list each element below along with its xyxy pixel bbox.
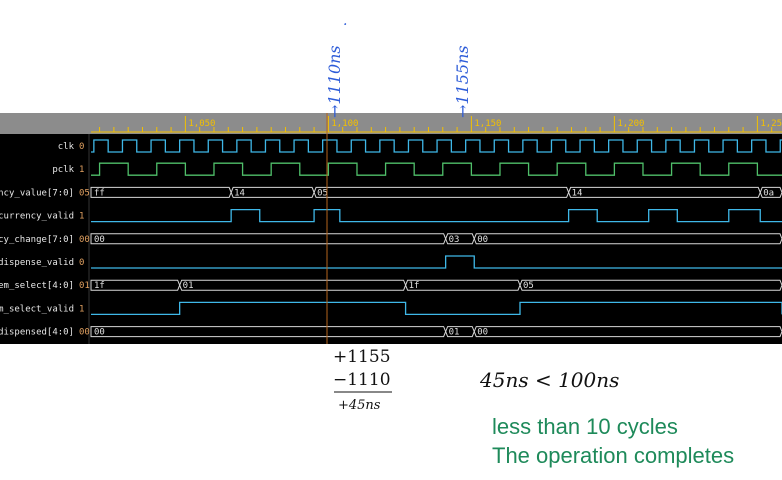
ruler-band	[0, 113, 782, 134]
signal-name: currency_value[7:0]	[0, 188, 74, 198]
bus-segment-value: ff	[94, 188, 105, 198]
signal-value: 0	[79, 258, 84, 268]
bus-segment-value: 0a	[763, 188, 774, 198]
annotation-marker-1155: →1155ns	[453, 45, 472, 118]
signal-name: currency_change[7:0]	[0, 235, 74, 245]
signal-name: currency_valid	[0, 212, 74, 222]
bus-segment-value: 01	[449, 328, 460, 338]
note-cycles: less than 10 cycles	[492, 414, 678, 439]
note-completes: The operation completes	[492, 443, 734, 468]
signal-name: item_select_valid	[0, 304, 74, 314]
signal-name: pclk	[52, 165, 74, 175]
bus-segment-value: 00	[477, 235, 488, 245]
waveform-canvas	[0, 134, 782, 344]
signal-value: 05	[79, 188, 90, 198]
signal-name: dispense_valid	[0, 258, 74, 268]
bus-segment-value: 05	[317, 188, 328, 198]
annotation-marker-1155-label: 1155ns	[453, 45, 472, 104]
bus-segment-value: 00	[94, 235, 105, 245]
bus-segment-value: 03	[449, 235, 460, 245]
signal-value: 01	[79, 281, 90, 291]
bus-segment-value: 1f	[94, 281, 105, 291]
bus-segment-value: 14	[234, 188, 245, 198]
math-line-1: +1155	[333, 347, 391, 367]
ruler-label: 1,100	[331, 119, 358, 129]
signal-name: clk	[58, 142, 75, 152]
bus-segment-value: 05	[523, 281, 534, 291]
ruler-label: 1,200	[617, 119, 644, 129]
math-line-2: −1110	[333, 370, 391, 390]
annotation-marker-1110: →1110ns	[325, 45, 344, 118]
bus-segment-value: 1f	[409, 281, 420, 291]
ruler-label: 1,250	[760, 119, 782, 129]
math-inequality: 45ns < 100ns	[479, 368, 619, 392]
math-result: +45ns	[338, 398, 381, 413]
bus-segment-value: 01	[183, 281, 194, 291]
signal-value: 00	[79, 328, 90, 338]
signal-value: 1	[79, 212, 84, 222]
signal-value: 1	[79, 304, 84, 314]
signal-value: 0	[79, 142, 84, 152]
ruler-label: 1,150	[474, 119, 501, 129]
annotation-dot: .	[343, 13, 347, 29]
signal-name: item_select[4:0]	[0, 281, 74, 291]
ruler-label: 1,050	[188, 119, 215, 129]
signal-value: 1	[79, 165, 84, 175]
bus-segment-value: 14	[572, 188, 583, 198]
signal-name: item_dispensed[4:0]	[0, 328, 74, 338]
annotation-marker-1110-label: 1110ns	[325, 45, 344, 104]
bus-segment-value: 00	[477, 328, 488, 338]
signal-value: 00	[79, 235, 90, 245]
bus-segment-value: 00	[94, 328, 105, 338]
waveform-screenshot: 1,050 1,100 1,150 1,200 1,250 clk 0 pclk 1 curre…	[0, 13, 782, 468]
